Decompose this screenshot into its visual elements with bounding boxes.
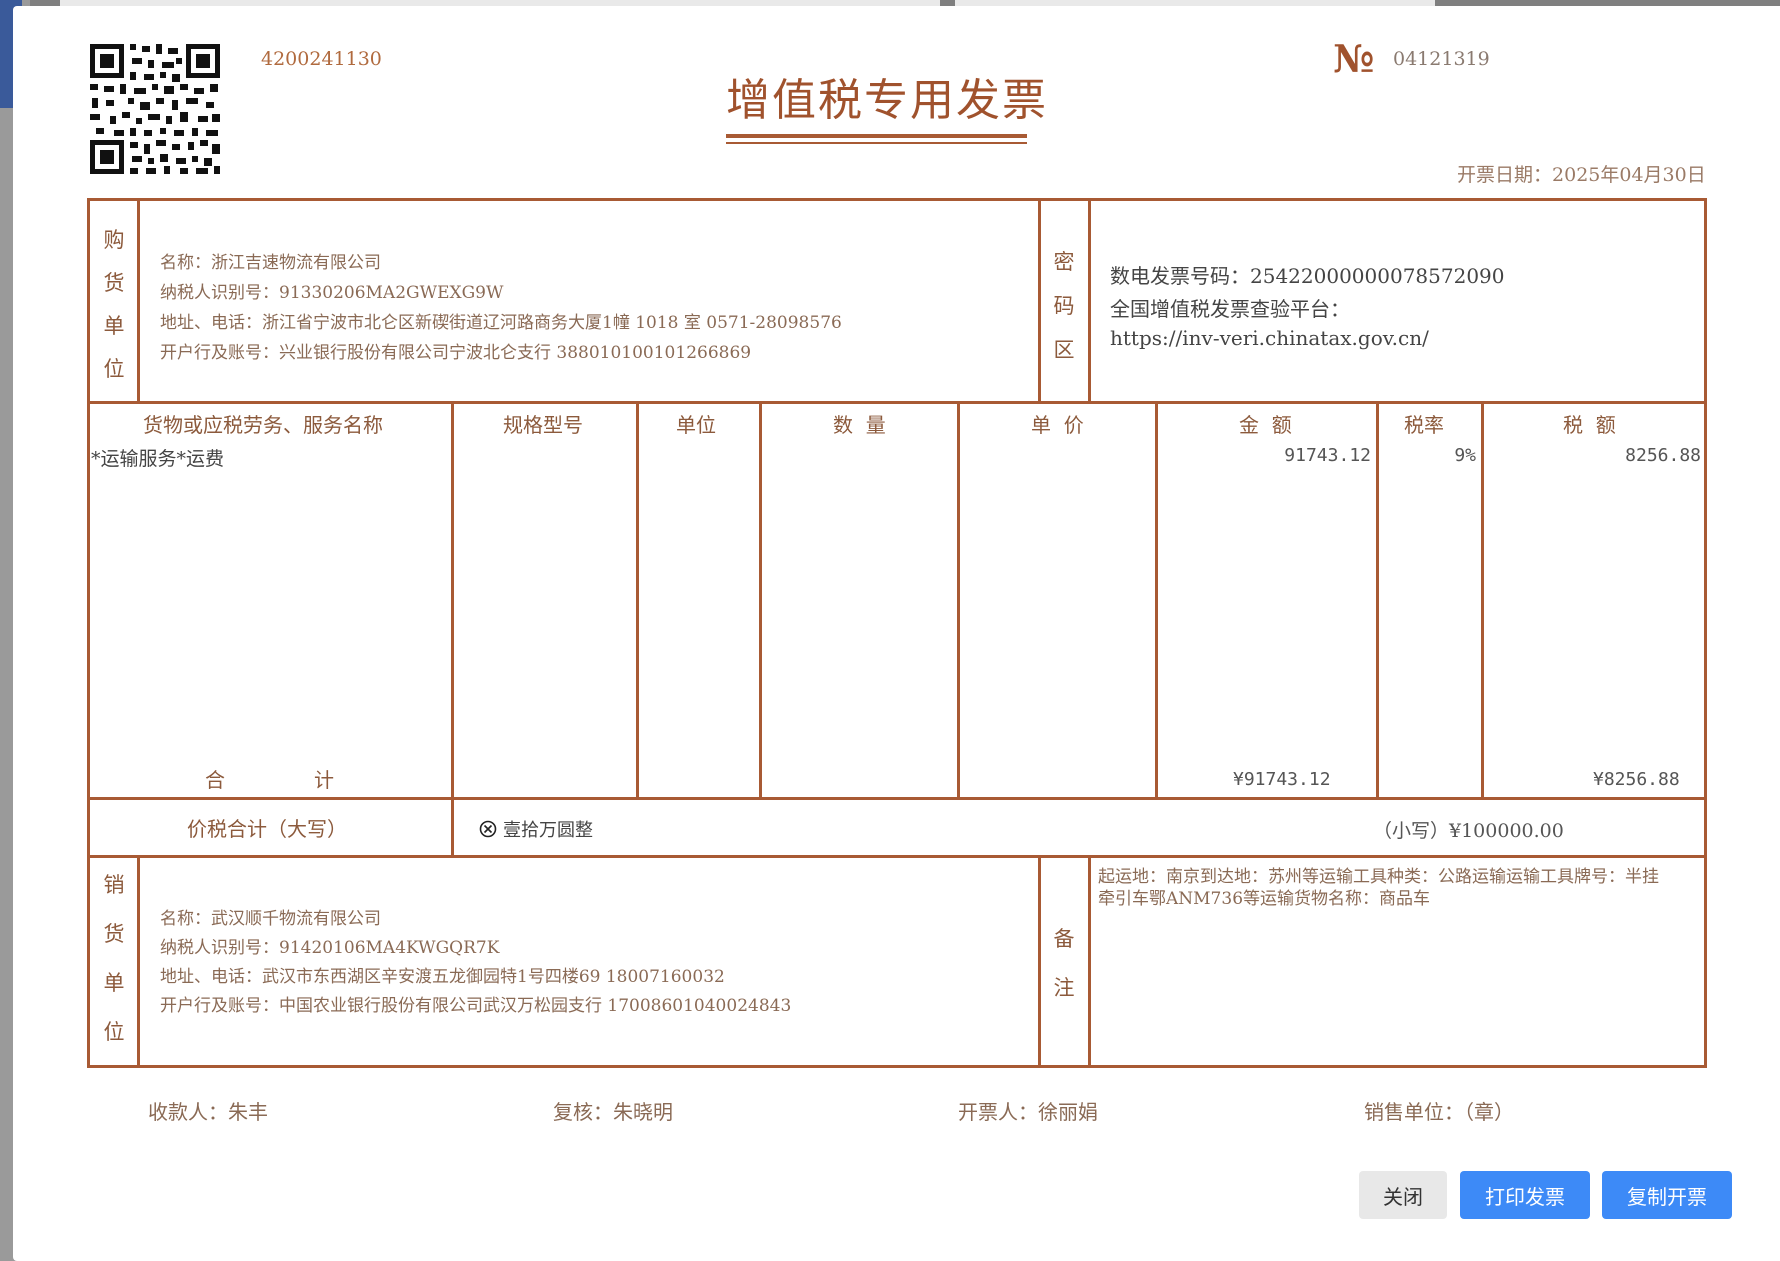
col-divider <box>957 401 960 799</box>
col-header-qty: 数 量 <box>833 413 886 437</box>
verify-platform-label: 全国增值税发票查验平台： <box>1110 297 1350 321</box>
total-amount: ¥91743.12 <box>1233 769 1331 790</box>
buyer-bank: 开户行及账号：兴业银行股份有限公司宁波北仑支行 3880101001012668… <box>160 343 752 363</box>
buyer-name: 名称：浙江吉速物流有限公司 <box>160 253 381 273</box>
total-tax: ¥8256.88 <box>1593 769 1680 790</box>
col-divider <box>1481 401 1484 799</box>
buyer-tax-id: 纳税人识别号：91330206MA2GWEXG9W <box>160 283 504 303</box>
payee: 收款人：朱丰 <box>148 1100 268 1124</box>
seller-bank: 开户行及账号：中国农业银行股份有限公司武汉万松园支行 1700860104002… <box>160 996 792 1016</box>
item-tax: 8256.88 <box>1625 445 1701 466</box>
col-header-spec: 规格型号 <box>503 413 583 437</box>
e-invoice-number: 数电发票号码：25422000000078572090 <box>1110 264 1505 288</box>
col-divider <box>759 401 762 799</box>
seller-seal: 销售单位：（章） <box>1364 1100 1514 1124</box>
col-header-price: 单 价 <box>1031 413 1084 437</box>
issue-date: 开票日期：2025年04月30日 <box>1457 160 1706 187</box>
col-divider <box>636 401 639 799</box>
title-underline <box>726 142 1027 144</box>
col-header-unit: 单位 <box>676 413 716 437</box>
item-rate: 9% <box>1454 445 1476 466</box>
invoice-dialog: 4200241130 增值税专用发票 № 04121319 开票日期：2025年… <box>13 6 1780 1261</box>
col-divider <box>1088 198 1091 403</box>
copy-invoice-button[interactable]: 复制开票 <box>1602 1171 1732 1219</box>
col-divider <box>451 401 454 858</box>
title-underline <box>726 134 1027 138</box>
grand-total-lower: （小写）¥100000.00 <box>1373 820 1564 842</box>
issue-date-label: 开票日期： <box>1457 164 1553 186</box>
grand-total-upper: 壹拾万圆整 <box>503 820 593 841</box>
col-divider <box>1038 198 1041 403</box>
col-header-name: 货物或应税劳务、服务名称 <box>143 413 383 437</box>
col-header-tax: 税 额 <box>1563 413 1616 437</box>
col-divider <box>1088 855 1091 1068</box>
item-name: *运输服务*运费 <box>91 448 225 470</box>
item-amount: 91743.12 <box>1284 445 1371 466</box>
seller-tax-id: 纳税人识别号：91420106MA4KWGQR7K <box>160 938 500 958</box>
invoice-code: 4200241130 <box>261 48 382 70</box>
print-invoice-button[interactable]: 打印发票 <box>1460 1171 1590 1219</box>
row-divider <box>87 401 1707 404</box>
col-divider <box>1038 855 1041 1068</box>
issue-date-value: 2025年04月30日 <box>1552 164 1706 186</box>
grand-total-label: 价税合计（大写） <box>187 817 347 841</box>
buyer-address: 地址、电话：浙江省宁波市北仑区新碶街道辽河路商务大厦1幢 1018 室 0571… <box>160 313 842 333</box>
col-divider <box>137 855 140 1068</box>
close-button[interactable]: 关闭 <box>1359 1171 1447 1219</box>
total-label: 合 计 <box>205 768 335 792</box>
remark-text: 牵引车鄂ANM736等运输货物名称：商品车 <box>1098 889 1431 909</box>
seller-name: 名称：武汉顺千物流有限公司 <box>160 909 381 929</box>
col-divider <box>137 198 140 403</box>
col-divider <box>1155 401 1158 799</box>
qr-code <box>88 42 222 176</box>
col-divider <box>1376 401 1379 799</box>
col-header-amount: 金 额 <box>1239 413 1292 437</box>
cross-circle-icon <box>478 819 498 843</box>
row-divider <box>87 855 1707 858</box>
no-symbol: № <box>1333 36 1375 81</box>
invoice-title: 增值税专用发票 <box>726 75 1048 126</box>
issuer: 开票人：徐丽娟 <box>958 1100 1098 1124</box>
row-divider <box>87 797 1707 800</box>
invoice-number: 04121319 <box>1393 48 1490 70</box>
verify-platform-url[interactable]: https://inv-veri.chinatax.gov.cn/ <box>1110 326 1429 350</box>
seller-address: 地址、电话：武汉市东西湖区辛安渡五龙御园特1号四楼69 18007160032 <box>160 967 725 987</box>
col-header-rate: 税率 <box>1404 413 1444 437</box>
reviewer: 复核：朱晓明 <box>553 1100 673 1124</box>
